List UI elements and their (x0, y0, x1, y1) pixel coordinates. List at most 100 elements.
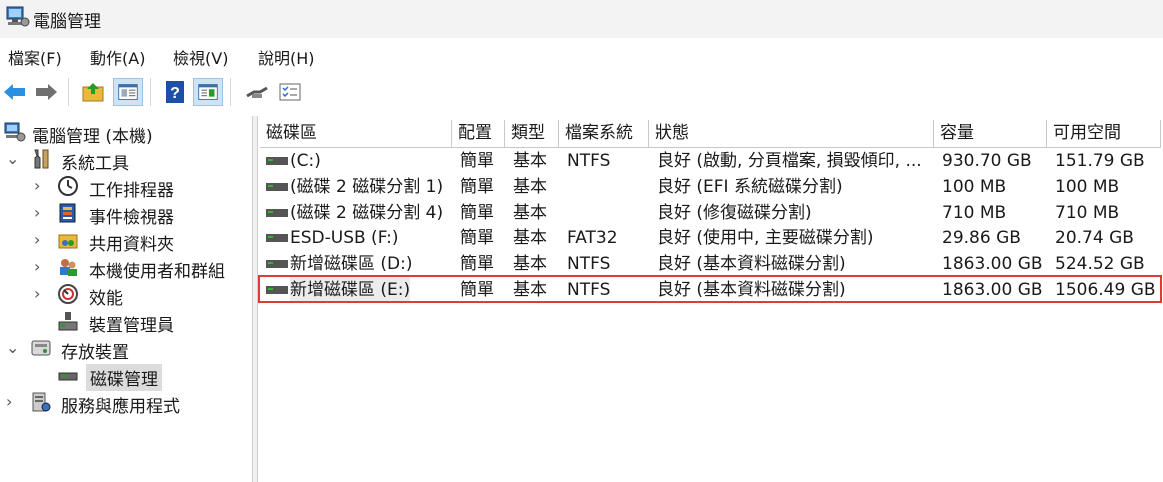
tree-item-system-tools[interactable]: ⌄ 系統工具 (0, 147, 252, 174)
cell-type: 基本 (513, 151, 547, 171)
chevron-down-icon[interactable]: ⌄ (6, 338, 20, 357)
tree-item-storage[interactable]: ⌄ 存放裝置 (0, 336, 252, 363)
tree-item-task-scheduler[interactable]: › 工作排程器 (0, 174, 252, 201)
tree-label: 工作排程器 (89, 181, 174, 201)
column-header-status[interactable]: 狀態 (649, 120, 934, 148)
tree-label: 存放裝置 (61, 343, 129, 363)
clock-icon (58, 176, 78, 196)
cell-type: 基本 (513, 254, 547, 275)
tools-icon (34, 149, 49, 169)
back-arrow-icon[interactable] (0, 78, 30, 106)
tree-label: 電腦管理 (本機) (32, 127, 153, 147)
table-row[interactable]: (C:) 簡單 基本 NTFS 良好 (啟動, 分頁檔案, 損毀傾印, ... 930.7… (260, 148, 1163, 174)
cell-free-space: 20.74 GB (1055, 228, 1134, 249)
cell-capacity: 710 MB (942, 202, 1007, 223)
chevron-down-icon[interactable]: ⌄ (6, 149, 20, 168)
chevron-right-icon[interactable]: › (34, 203, 48, 222)
shared-folder-icon (58, 234, 78, 249)
toolbar: ? (0, 70, 1163, 114)
storage-icon (31, 340, 51, 356)
tree-item-local-users[interactable]: › 本機使用者和群組 (0, 255, 252, 282)
cell-status: 良好 (EFI 系統磁碟分割) (657, 176, 843, 197)
table-row[interactable]: ESD-USB (F:) 簡單 基本 FAT32 良好 (使用中, 主要磁碟分割) 29.… (260, 225, 1163, 251)
tree-item-shared-folders[interactable]: › 共用資料夾 (0, 228, 252, 255)
cell-layout: 簡單 (460, 254, 494, 275)
chevron-right-icon[interactable]: › (34, 257, 48, 276)
cell-volume: (C:) (290, 151, 321, 171)
cell-layout: 簡單 (460, 228, 494, 249)
column-header-type[interactable]: 類型 (505, 120, 559, 148)
menu-help[interactable]: 說明(H) (258, 45, 315, 69)
cell-type: 基本 (513, 228, 547, 249)
device-manager-icon (58, 312, 78, 331)
disk-management-icon (58, 372, 78, 381)
show-hide-tree-icon[interactable] (113, 78, 143, 106)
chevron-right-icon[interactable]: › (34, 230, 48, 249)
column-header-volume[interactable]: 磁碟區 (260, 120, 452, 148)
column-header-row: 磁碟區 配置 類型 檔案系統 狀態 容量 可用空間 (260, 120, 1163, 148)
tree-item-root[interactable]: 電腦管理 (本機) (0, 120, 252, 147)
show-action-pane-icon[interactable] (193, 78, 223, 106)
column-header-layout[interactable]: 配置 (452, 120, 505, 148)
menu-file[interactable]: 檔案(F) (8, 45, 62, 69)
cell-type: 基本 (513, 176, 547, 197)
tree-item-event-viewer[interactable]: › 事件檢視器 (0, 201, 252, 228)
cell-free-space: 151.79 GB (1055, 151, 1145, 171)
navigation-tree: 電腦管理 (本機) ⌄ 系統工具 › 工作排程器 › 事件檢視器 › 共用資料夾… (0, 116, 252, 482)
cell-volume: (磁碟 2 磁碟分割 4) (290, 202, 444, 223)
tree-label: 裝置管理員 (89, 316, 174, 336)
cell-free-space: 100 MB (1055, 176, 1120, 197)
svg-text:?: ? (170, 85, 180, 102)
chevron-right-icon[interactable]: › (6, 392, 20, 411)
disk-icon (266, 260, 288, 269)
cell-capacity: 100 MB (942, 176, 1007, 197)
tree-label: 服務與應用程式 (61, 397, 180, 417)
cell-type: 基本 (513, 202, 547, 223)
table-row[interactable]: 新增磁碟區 (D:) 簡單 基本 NTFS 良好 (基本資料磁碟分割) 1863.00 G… (260, 251, 1163, 277)
forward-arrow-icon[interactable] (31, 78, 61, 106)
cell-status: 良好 (修復磁碟分割) (657, 202, 812, 223)
chevron-right-icon[interactable]: › (34, 176, 48, 195)
cell-capacity: 930.70 GB (942, 151, 1032, 171)
highlight-box (258, 275, 1162, 303)
chevron-right-icon[interactable]: › (34, 284, 48, 303)
tree-item-performance[interactable]: › 效能 (0, 282, 252, 309)
tree-item-device-manager[interactable]: 裝置管理員 (0, 309, 252, 336)
menu-bar: 檔案(F) 動作(A) 檢視(V) 說明(H) (0, 38, 1163, 70)
disk-icon (266, 208, 288, 217)
tree-label: 磁碟管理 (86, 364, 162, 391)
tree-label: 事件檢視器 (89, 208, 174, 228)
tree-label: 效能 (89, 289, 123, 309)
connect-icon[interactable] (242, 78, 272, 106)
cell-capacity: 29.86 GB (942, 228, 1021, 249)
cell-free-space: 710 MB (1055, 202, 1120, 223)
column-header-free-space[interactable]: 可用空間 (1047, 120, 1161, 148)
column-header-capacity[interactable]: 容量 (934, 120, 1047, 148)
menu-action[interactable]: 動作(A) (90, 45, 145, 69)
cell-layout: 簡單 (460, 151, 494, 171)
users-group-icon (60, 259, 77, 276)
help-icon[interactable]: ? (160, 78, 190, 106)
window-title: 電腦管理 (33, 12, 101, 32)
cell-status: 良好 (啟動, 分頁檔案, 損毀傾印, ... (657, 151, 922, 171)
title-bar: 電腦管理 (0, 0, 1163, 38)
tree-label: 本機使用者和群組 (89, 262, 225, 282)
tree-item-disk-management[interactable]: 磁碟管理 (0, 363, 252, 391)
services-icon (32, 392, 51, 412)
cell-free-space: 524.52 GB (1055, 254, 1145, 275)
cell-status: 良好 (使用中, 主要磁碟分割) (657, 228, 874, 249)
table-row[interactable]: (磁碟 2 磁碟分割 1) 簡單 基本 良好 (EFI 系統磁碟分割) 100 MB 10… (260, 174, 1163, 200)
toolbar-separator (230, 78, 231, 106)
toolbar-separator (68, 78, 69, 106)
properties-icon[interactable] (275, 78, 305, 106)
menu-view[interactable]: 檢視(V) (173, 45, 228, 69)
tree-item-services-apps[interactable]: › 服務與應用程式 (0, 390, 252, 417)
up-folder-icon[interactable] (78, 78, 108, 106)
cell-filesystem: FAT32 (567, 228, 618, 249)
table-row[interactable]: (磁碟 2 磁碟分割 4) 簡單 基本 良好 (修復磁碟分割) 710 MB 710 MB (260, 200, 1163, 226)
disk-icon (266, 234, 288, 243)
column-header-filesystem[interactable]: 檔案系統 (559, 120, 649, 148)
cell-filesystem: NTFS (567, 151, 611, 171)
disk-icon (266, 157, 288, 165)
cell-filesystem: NTFS (567, 254, 611, 275)
